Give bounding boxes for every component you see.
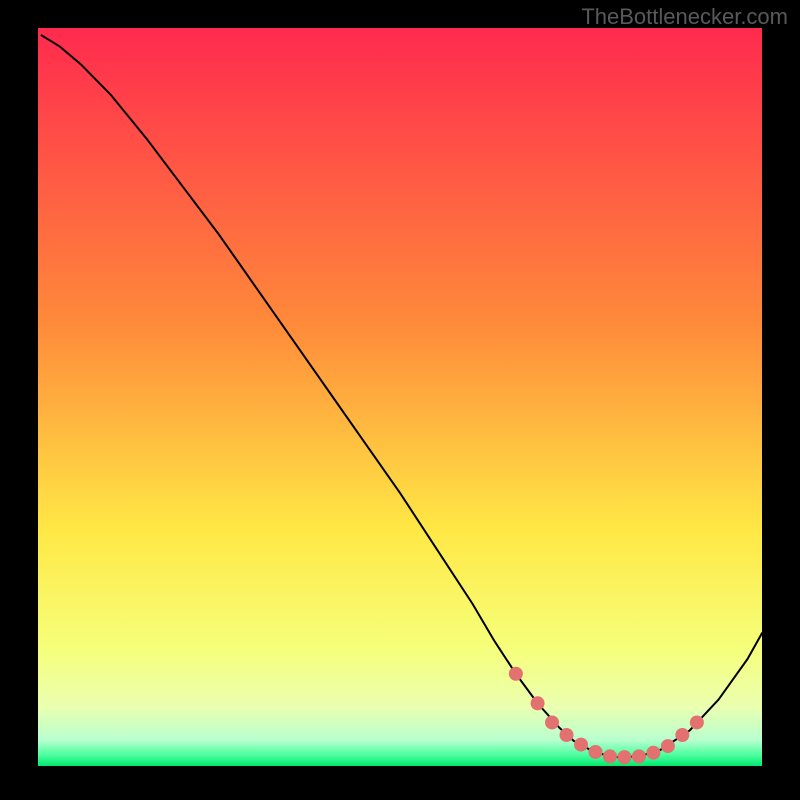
optimal-zone-markers-point — [603, 749, 617, 763]
optimal-zone-markers-point — [617, 750, 631, 764]
bottleneck-curve — [42, 35, 762, 757]
plot-area — [38, 28, 762, 766]
chart-container: TheBottlenecker.com — [0, 0, 800, 800]
curve-layer — [38, 28, 762, 766]
optimal-zone-markers-point — [632, 749, 646, 763]
optimal-zone-markers-point — [646, 746, 660, 760]
attribution-label: TheBottlenecker.com — [581, 4, 788, 30]
optimal-zone-markers-point — [509, 667, 523, 681]
optimal-zone-markers-point — [675, 728, 689, 742]
optimal-zone-markers-point — [574, 738, 588, 752]
optimal-zone-markers-point — [560, 728, 574, 742]
optimal-zone-markers-point — [588, 745, 602, 759]
optimal-zone-markers-point — [545, 715, 559, 729]
optimal-zone-markers-point — [690, 715, 704, 729]
optimal-zone-markers-point — [661, 739, 675, 753]
optimal-zone-markers-point — [531, 696, 545, 710]
